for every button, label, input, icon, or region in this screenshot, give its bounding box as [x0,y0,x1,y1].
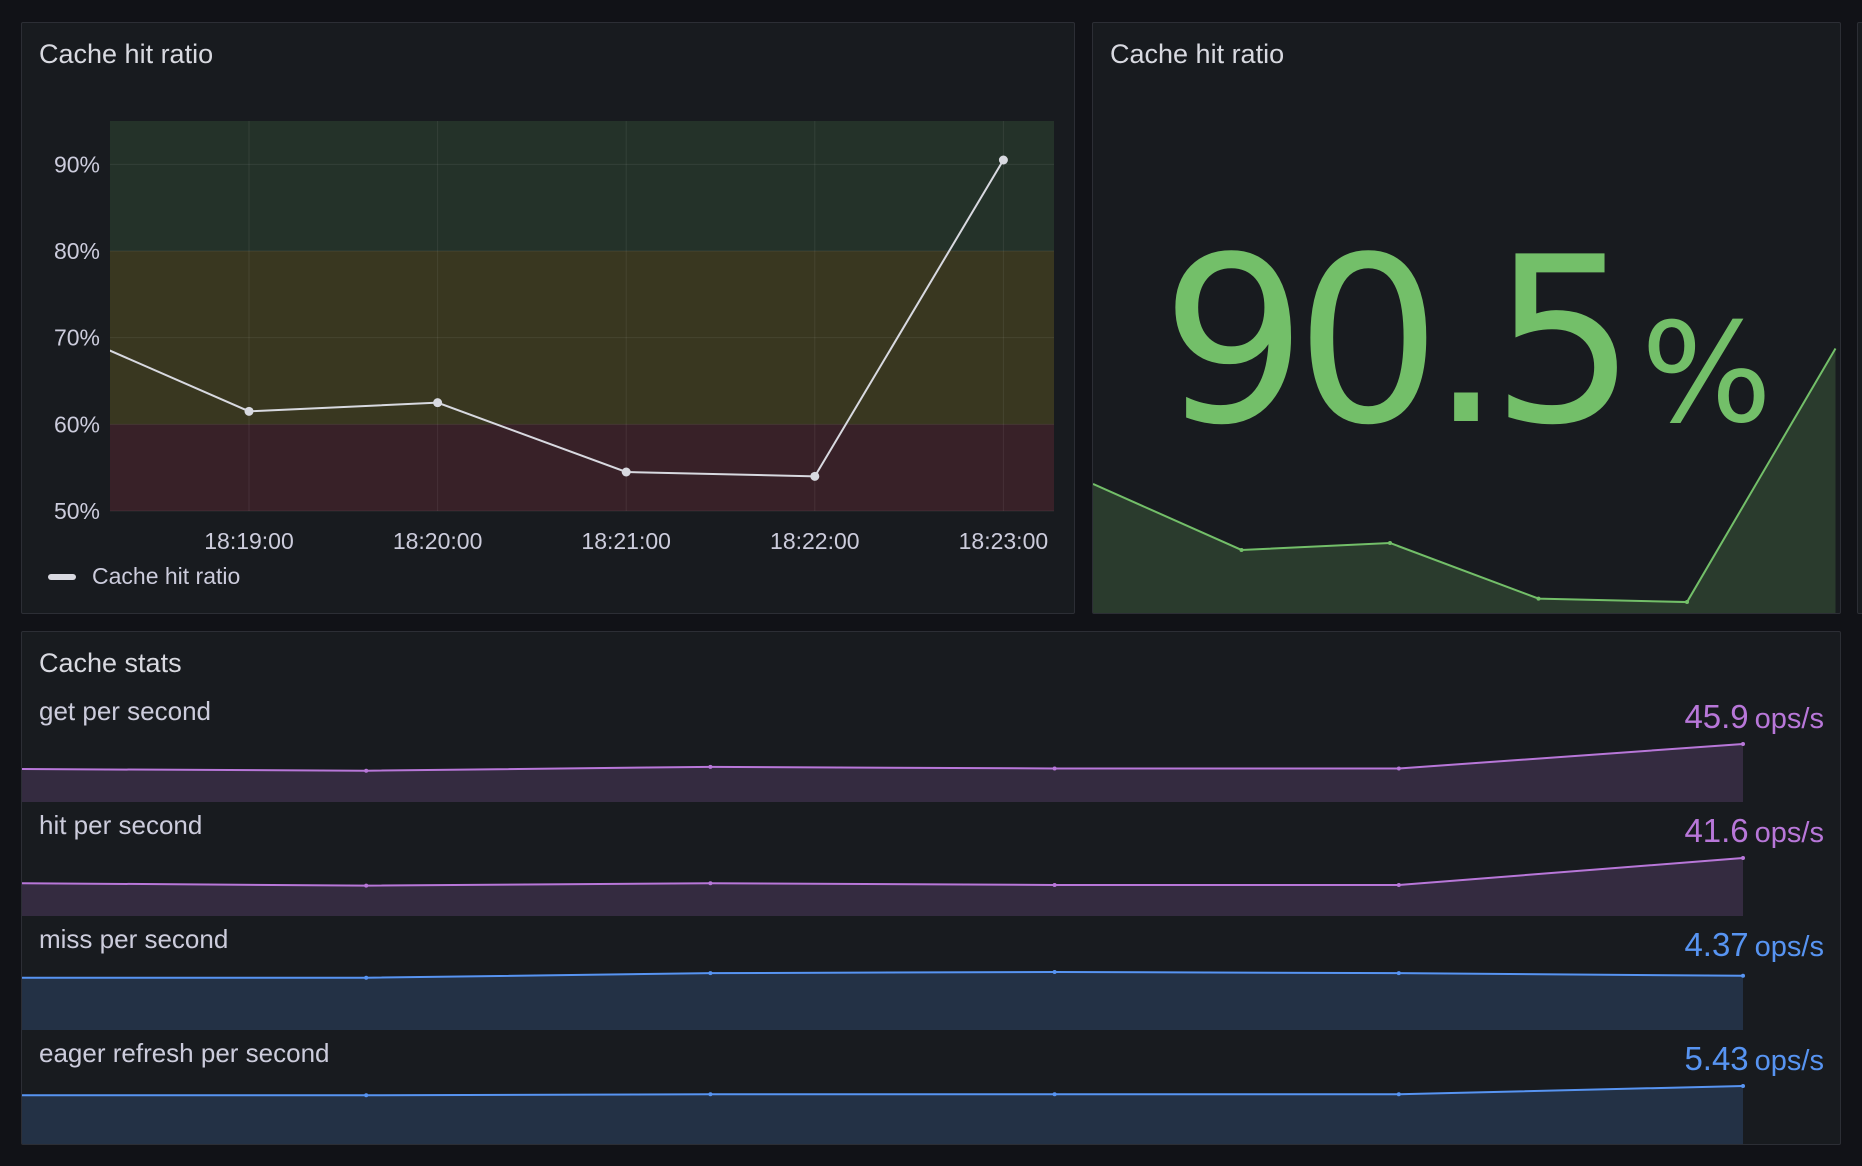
sparkline-point [1741,1084,1745,1088]
data-point [621,467,631,477]
sparkline-point [1388,541,1392,545]
data-point [433,398,443,408]
value-unit: ops/s [1754,931,1824,963]
stat-row-value: 45.9 ops/s [1684,698,1824,736]
sparkline-point [1741,973,1745,978]
hit-ratio-chart: 18:19:00 18:20:00 18:21:00 18:22:00 18:23:00… [54,121,1054,554]
sparkline-point [1396,766,1401,771]
value-unit: ops/s [1754,1045,1824,1077]
x-tick-label: 18:23:00 [959,528,1049,554]
y-tick-label: 50% [54,498,100,524]
cache-stats-panel[interactable]: Cache stats get per second 45.9 ops/s hit… [21,631,1841,1145]
sparkline-point [708,1092,713,1097]
sparkline [22,742,1745,802]
stat-row-label: hit per second [39,810,203,840]
stat-row-label: eager refresh per second [39,1038,330,1068]
sparkline-point [1741,742,1745,746]
stat-number: 90.5 [1160,209,1637,476]
sparkline-point [364,975,369,980]
threshold-band-green [110,121,1054,251]
x-tick-label: 18:20:00 [393,528,483,554]
panel-title[interactable]: Cache stats [39,648,182,679]
sparkline-point [364,883,369,888]
data-point [998,155,1008,165]
y-tick-label: 60% [54,411,100,437]
stat-row-eager-refresh: eager refresh per second 5.43 ops/s [22,1030,1840,1144]
sparkline-point [1396,1092,1401,1097]
sparkline-point [1052,883,1057,887]
sparkline-area [22,858,1743,916]
sparkline-point [1396,971,1401,976]
stat-row-value: 4.37 ops/s [1684,926,1824,964]
x-tick-label: 18:22:00 [770,528,860,554]
stat-row-label: get per second [39,696,212,726]
sparkline [22,970,1745,1030]
stat-row-value: 5.43 ops/s [1684,1040,1824,1078]
data-point [810,471,820,481]
stat-unit: % [1640,293,1773,454]
sparkline-point [1239,547,1244,552]
sparkline-point [1052,766,1057,771]
stat-row-get: get per second 45.9 ops/s [22,688,1840,802]
stat-row-value: 41.6 ops/s [1684,812,1824,850]
value-number: 45.9 [1684,698,1749,735]
x-tick-label: 18:19:00 [204,528,294,554]
sparkline-point [364,1093,369,1098]
sparkline-point [1052,1092,1057,1097]
legend-swatch-icon [48,573,76,580]
sparkline-point [364,768,369,773]
stat-panel[interactable]: Cache hit ratio 90.5% [1092,22,1841,614]
sparkline-area [22,972,1743,1030]
value-number: 41.6 [1684,812,1749,849]
data-point [244,406,254,416]
sparkline [22,856,1745,916]
sparkline-point [1536,596,1541,601]
sparkline-point [1396,883,1401,887]
sparkline-point [708,764,713,769]
value-unit: ops/s [1754,703,1824,735]
y-tick-label: 80% [54,238,100,264]
threshold-band-red [110,424,1054,511]
stat-value: 90.5% [1093,228,1840,458]
timeseries-panel[interactable]: Cache hit ratio 18:19:00 18:20:00 18:21:00… [21,22,1075,614]
y-tick-label: 90% [54,151,100,177]
legend-label: Cache hit ratio [92,563,241,589]
legend-item[interactable]: Cache hit ratio [48,563,240,590]
x-tick-label: 18:21:00 [581,528,671,554]
value-number: 5.43 [1684,1040,1749,1077]
sparkline-point [708,971,713,976]
sparkline-point [1741,856,1745,860]
stat-row-miss: miss per second 4.37 ops/s [22,916,1840,1030]
y-tick-label: 70% [54,325,100,351]
offscreen-panel[interactable] [1857,22,1862,614]
sparkline-area [22,744,1743,802]
stat-row-label: miss per second [39,924,229,954]
value-number: 4.37 [1684,926,1749,963]
sparkline-point [1052,970,1057,974]
sparkline-point [1685,600,1689,605]
value-unit: ops/s [1754,817,1824,849]
sparkline-point [708,881,713,886]
stat-row-hit: hit per second 41.6 ops/s [22,802,1840,916]
